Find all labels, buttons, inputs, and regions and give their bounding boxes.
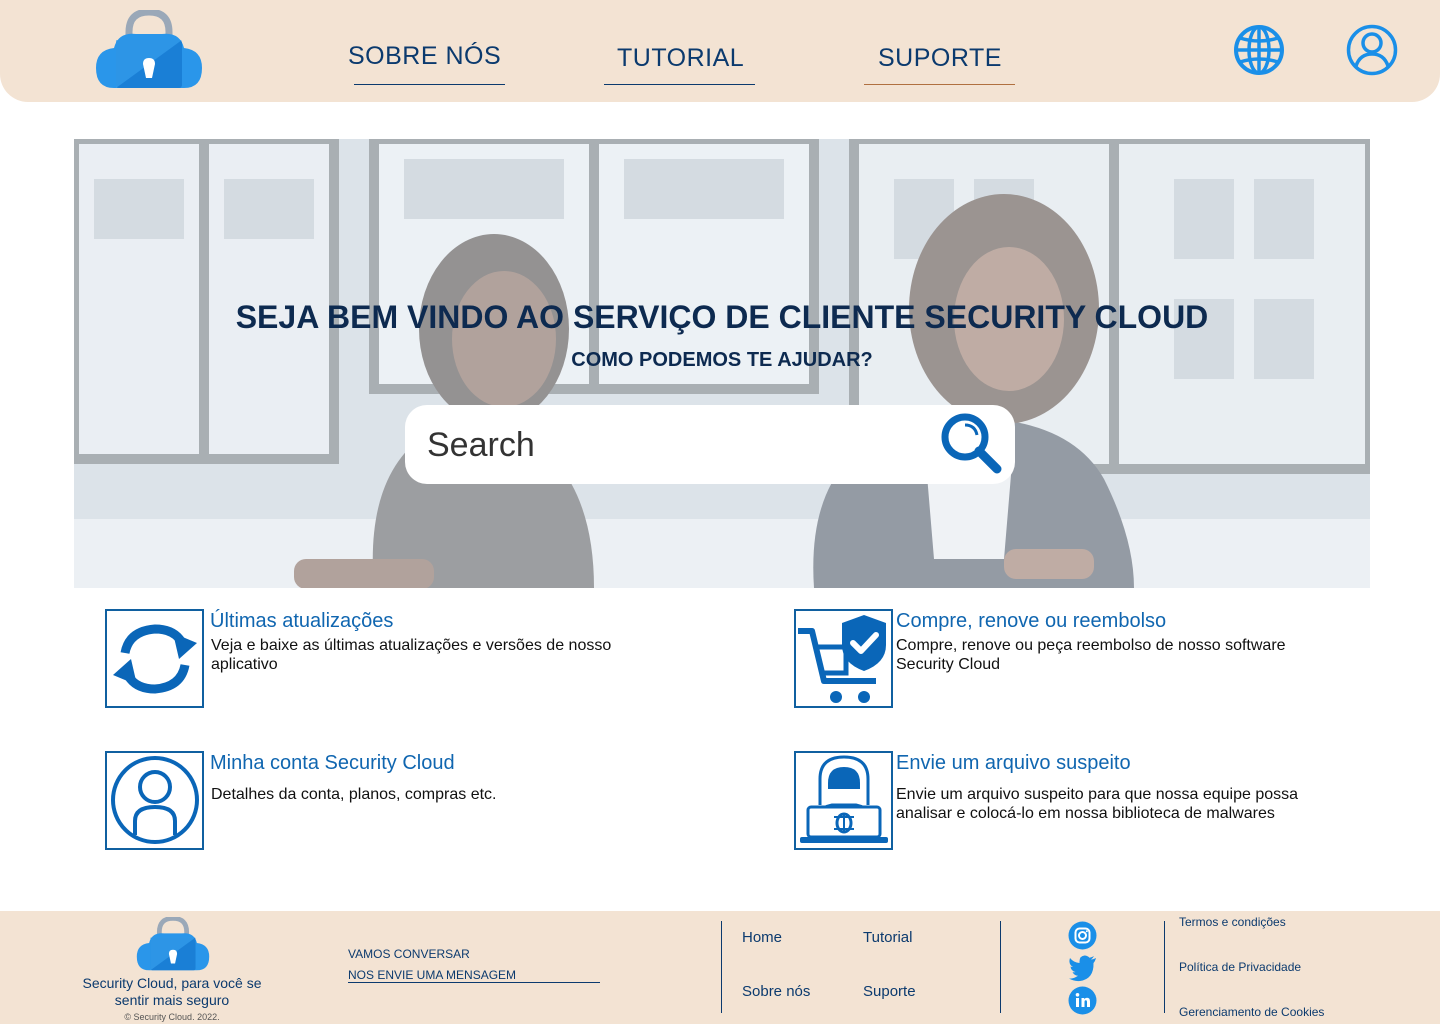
card-title-suspicious-file[interactable]: Envie um arquivo suspeito [896,752,1131,775]
updates-card-icon-box[interactable] [105,609,204,708]
site-header: SOBRE NÓS TUTORIAL SUPORTE [0,0,1440,102]
footer-copyright: © Security Cloud. 2022. [124,1012,220,1022]
footer-talk-label: VAMOS CONVERSAR [348,947,470,961]
search-bar [405,405,1015,484]
nav-sobre-nos[interactable]: SOBRE NÓS [348,42,501,71]
nav-suporte[interactable]: SUPORTE [878,44,1002,73]
footer-logo[interactable] [135,915,211,973]
cloud-lock-logo-icon [96,8,202,88]
cart-shield-icon [798,615,886,703]
nav-tutorial[interactable]: TUTORIAL [617,44,744,73]
cloud-lock-logo-icon [136,915,210,971]
footer-divider [1000,921,1001,1013]
linkedin-icon[interactable] [1068,986,1097,1015]
footer-link-suporte[interactable]: Suporte [863,983,916,1000]
footer-divider [721,921,722,1013]
hero-banner: SEJA BEM VINDO AO SERVIÇO DE CLIENTE SEC… [74,139,1370,588]
search-icon[interactable] [941,413,1003,475]
twitter-icon[interactable] [1068,953,1097,982]
account-card-icon-box[interactable] [105,751,204,850]
hero-subtitle: COMO PODEMOS TE AJUDAR? [571,349,873,371]
footer-message-link[interactable]: NOS ENVIE UMA MENSAGEM [348,968,516,982]
nav-underline [604,84,755,85]
card-desc-account: Detalhes da conta, planos, compras etc. [211,786,497,803]
card-desc-purchase: Compre, renove ou peça reembolso de noss… [896,637,1286,673]
nav-underline [354,84,505,85]
purchase-card-icon-box[interactable] [794,609,893,708]
site-footer: Security Cloud, para você se sentir mais… [0,911,1440,1024]
card-desc-updates: Veja e baixe as últimas atualizações e v… [211,637,612,673]
footer-link-terms[interactable]: Termos e condições [1179,915,1286,929]
card-title-account[interactable]: Minha conta Security Cloud [210,752,455,775]
security-cloud-logo[interactable] [94,8,204,92]
user-account-icon[interactable] [1346,24,1398,76]
hacker-icon [800,755,888,843]
card-desc-suspicious-file: Envie um arquivo suspeito para que nossa… [896,786,1299,822]
refresh-icon [113,624,197,694]
search-input[interactable] [427,423,907,467]
footer-divider [1164,921,1165,1013]
account-icon [111,756,199,844]
card-title-updates[interactable]: Últimas atualizações [210,610,393,633]
footer-link-sobre-nos[interactable]: Sobre nós [742,983,810,1000]
footer-link-cookies[interactable]: Gerenciamento de Cookies [1179,1005,1324,1019]
card-title-purchase[interactable]: Compre, renove ou reembolso [896,610,1166,633]
nav-underline-active [864,84,1015,85]
footer-link-home[interactable]: Home [742,929,782,946]
instagram-icon[interactable] [1068,921,1097,950]
globe-icon[interactable] [1233,24,1285,76]
hero-title: SEJA BEM VINDO AO SERVIÇO DE CLIENTE SEC… [235,299,1209,335]
footer-link-tutorial[interactable]: Tutorial [863,929,912,946]
footer-tagline: Security Cloud, para você se sentir mais… [82,975,262,1008]
footer-message-underline [348,982,600,983]
suspicious-file-card-icon-box[interactable] [794,751,893,850]
footer-link-privacy[interactable]: Política de Privacidade [1179,960,1301,974]
